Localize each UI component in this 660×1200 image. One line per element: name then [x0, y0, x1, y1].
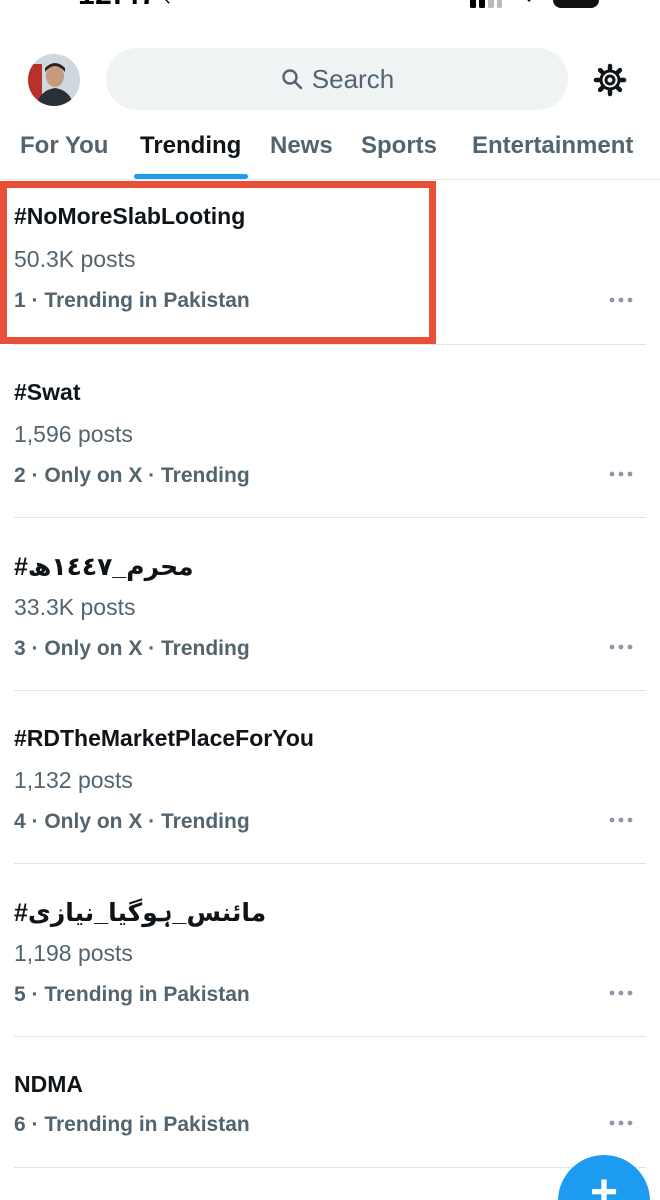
tab-for-you[interactable]: For You [20, 118, 108, 180]
search-input[interactable]: Search [106, 48, 568, 110]
trend-title: #مائنس_ہوگیا_نیازی [14, 899, 267, 927]
trend-list: #NoMoreSlabLooting 50.3K posts 1 · Trend… [0, 181, 660, 1168]
battery-icon [553, 0, 599, 8]
trend-title: #Swat [14, 379, 81, 405]
trend-post-count: 1,132 posts [14, 767, 133, 793]
trend-post-count: 1,198 posts [14, 940, 133, 966]
trend-item[interactable]: #محرم_۱٤٤٧ھ 33.3K posts 3 · Only on X · … [0, 518, 660, 691]
trend-post-count: 33.3K posts [14, 594, 136, 620]
trend-meta: 2 · Only on X · Trending [14, 464, 250, 487]
trend-item[interactable]: NDMA 6 · Trending in Pakistan [0, 1037, 660, 1168]
tab-news[interactable]: News [270, 118, 333, 180]
trend-item[interactable]: #مائنس_ہوگیا_نیازی 1,198 posts 5 · Trend… [0, 864, 660, 1037]
cellular-signal-icon [470, 0, 502, 8]
trend-meta: 3 · Only on X · Trending [14, 637, 250, 660]
tab-trending[interactable]: Trending [140, 118, 241, 180]
explore-screen: 12:47 [0, 0, 660, 1200]
search-icon [282, 69, 303, 90]
bell-muted-icon [164, 0, 171, 5]
search-placeholder: Search [311, 63, 395, 94]
gear-icon[interactable] [590, 60, 630, 100]
trend-meta: 5 · Trending in Pakistan [14, 983, 250, 1006]
more-horizontal-icon[interactable] [604, 288, 638, 312]
more-horizontal-icon[interactable] [604, 1111, 638, 1135]
avatar-image [28, 54, 80, 106]
divider [14, 1167, 646, 1168]
trend-item[interactable]: #RDTheMarketPlaceForYou 1,132 posts 4 · … [0, 691, 660, 864]
trend-title: #NoMoreSlabLooting [14, 203, 246, 229]
trend-item[interactable]: #Swat 1,596 posts 2 · Only on X · Trendi… [0, 345, 660, 518]
trend-meta: 1 · Trending in Pakistan [14, 289, 250, 312]
more-horizontal-icon[interactable] [604, 635, 638, 659]
status-bar: 12:47 [0, 0, 660, 14]
trend-title: NDMA [14, 1071, 83, 1097]
wifi-icon [527, 0, 531, 2]
tab-sports[interactable]: Sports [361, 118, 437, 180]
trend-title: #RDTheMarketPlaceForYou [14, 725, 314, 751]
trend-meta: 6 · Trending in Pakistan [14, 1113, 250, 1136]
trend-item[interactable]: #NoMoreSlabLooting 50.3K posts 1 · Trend… [0, 181, 660, 345]
trend-meta: 4 · Only on X · Trending [14, 810, 250, 833]
more-horizontal-icon[interactable] [604, 462, 638, 486]
tab-entertainment[interactable]: Entertainment [472, 118, 633, 180]
plus-icon: + [589, 1166, 619, 1200]
explore-tabs: For You Trending News Sports Entertainme… [0, 118, 660, 180]
trend-title: #محرم_۱٤٤٧ھ [14, 553, 194, 581]
active-tab-indicator [134, 174, 248, 179]
header: Search [0, 46, 660, 112]
more-horizontal-icon[interactable] [604, 808, 638, 832]
trend-post-count: 1,596 posts [14, 421, 133, 447]
trend-post-count: 50.3K posts [14, 246, 136, 272]
avatar[interactable] [28, 54, 80, 106]
status-time: 12:47 [78, 0, 157, 12]
more-horizontal-icon[interactable] [604, 981, 638, 1005]
